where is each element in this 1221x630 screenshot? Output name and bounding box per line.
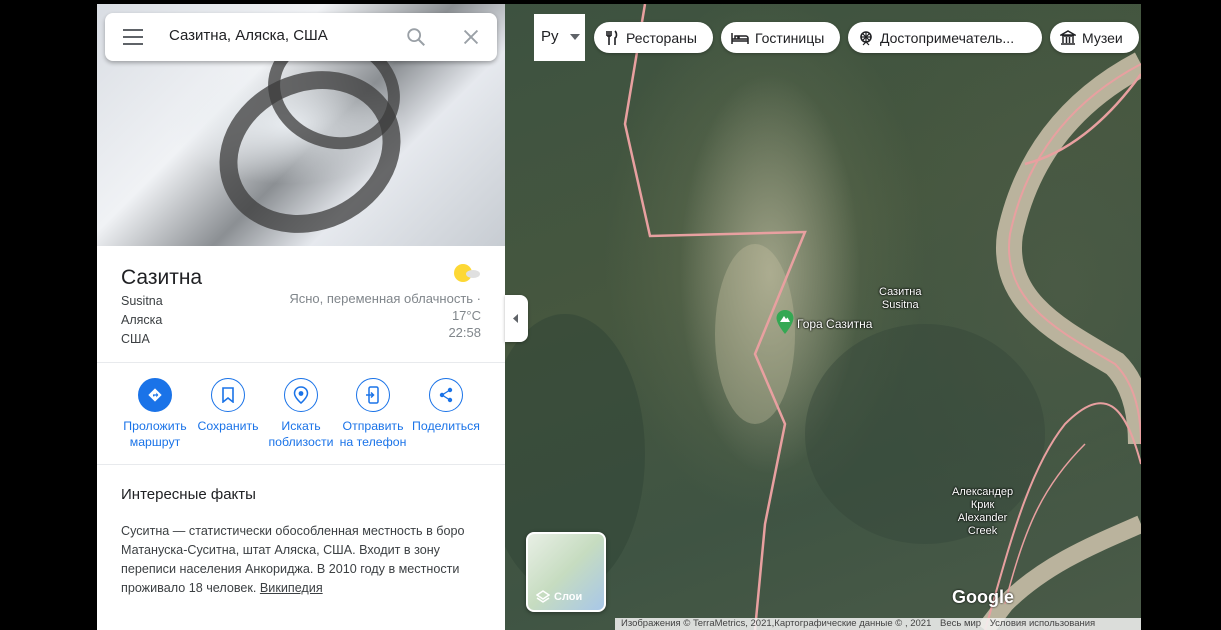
bookmark-icon xyxy=(222,387,234,403)
attraction-icon xyxy=(860,30,872,45)
search-box[interactable]: Сазитна, Аляска, США xyxy=(105,13,497,61)
dropdown-arrow-icon xyxy=(570,34,580,40)
nearby-button[interactable]: Искать поблизости xyxy=(261,378,341,450)
action-label: Искать xyxy=(281,419,321,433)
send-to-phone-icon xyxy=(366,386,379,404)
weather-sun-icon xyxy=(454,264,480,282)
divider xyxy=(97,362,505,363)
facts-title: Интересные факты xyxy=(121,486,256,503)
bed-icon xyxy=(731,32,749,44)
send-to-phone-button[interactable]: Отправить на телефон xyxy=(333,378,413,450)
search-input[interactable]: Сазитна, Аляска, США xyxy=(169,27,328,44)
local-time: 22:58 xyxy=(448,325,481,340)
place-title: Сазитна xyxy=(121,266,203,289)
action-label: Сохранить xyxy=(197,419,259,433)
chip-label: Рестораны xyxy=(626,29,697,46)
action-label: маршрут xyxy=(129,435,181,449)
fork-knife-icon xyxy=(606,29,618,45)
language-selector[interactable]: Ру xyxy=(534,14,585,61)
menu-icon[interactable] xyxy=(123,29,143,45)
action-label: Отправить xyxy=(342,419,404,433)
save-button[interactable]: Сохранить xyxy=(188,378,268,434)
poi-label[interactable]: Гора Сазитна xyxy=(797,317,872,331)
place-panel: Сазитна, Аляска, США Сазитна Susitna Аля… xyxy=(97,4,505,630)
collapse-panel-button[interactable] xyxy=(505,295,528,342)
attribution-text: Изображения © TerraMetrics, 2021,Картогр… xyxy=(621,618,932,629)
weather-info: Ясно, переменная облачность · 17°C 22:58 xyxy=(289,290,481,341)
share-icon xyxy=(439,387,453,403)
nearby-icon xyxy=(293,386,309,404)
scale-link[interactable]: Весь мир xyxy=(940,618,981,629)
action-label: Поделиться xyxy=(412,419,480,433)
chevron-left-icon xyxy=(513,314,518,323)
layers-button[interactable]: Слои xyxy=(526,532,606,612)
wikipedia-link[interactable]: Википедия xyxy=(260,581,323,595)
chip-attractions[interactable]: Достопримечатель... xyxy=(848,22,1042,53)
place-line: США xyxy=(121,332,150,346)
chip-label: Музеи xyxy=(1082,29,1123,46)
museum-icon xyxy=(1060,29,1076,45)
chip-hotels[interactable]: Гостиницы xyxy=(721,22,840,53)
chip-label: Гостиницы xyxy=(755,29,825,46)
chip-label: Достопримечатель... xyxy=(880,29,1015,46)
chip-museums[interactable]: Музеи xyxy=(1050,22,1139,53)
layers-label: Слои xyxy=(554,591,583,603)
place-label[interactable]: Александер Крик Alexander Creek xyxy=(952,486,1013,538)
facts-text: Суситна — статистически обособленная мес… xyxy=(121,522,483,598)
chip-restaurants[interactable]: Рестораны xyxy=(594,22,713,53)
layers-icon xyxy=(536,590,550,603)
terms-link[interactable]: Условия использования xyxy=(990,618,1095,629)
weather-condition: Ясно, переменная облачность · xyxy=(289,291,481,306)
action-label: Проложить xyxy=(123,419,187,433)
weather-temperature: 17°C xyxy=(451,308,481,323)
action-label: на телефон xyxy=(339,435,407,449)
search-icon[interactable] xyxy=(405,26,427,48)
place-label[interactable]: Сазитна Susitna xyxy=(879,286,921,312)
close-icon[interactable] xyxy=(460,26,482,48)
google-logo: Google xyxy=(952,587,1014,607)
directions-icon xyxy=(148,388,162,402)
action-label: поблизости xyxy=(268,435,334,449)
map-footer: Изображения © TerraMetrics, 2021,Картогр… xyxy=(615,618,1141,630)
place-line: Аляска xyxy=(121,313,163,327)
directions-button[interactable]: Проложить маршрут xyxy=(115,378,195,450)
share-button[interactable]: Поделиться xyxy=(406,378,486,434)
language-label: Ру xyxy=(541,28,559,45)
place-line: Susitna xyxy=(121,294,163,308)
mountain-pin-icon[interactable] xyxy=(775,309,795,335)
divider xyxy=(97,464,505,465)
